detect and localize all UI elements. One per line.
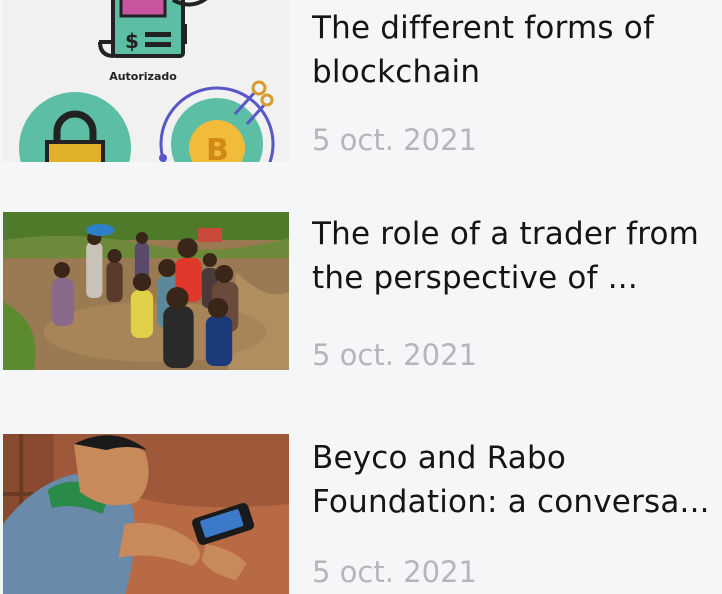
- article-card-beyco-rabo[interactable]: Beyco and Rabo Foundation: a conversa...…: [0, 434, 722, 594]
- article-title-line2: the perspective of ...: [312, 260, 638, 296]
- article-thumbnail[interactable]: [3, 434, 289, 594]
- article-title-line2: blockchain: [312, 54, 481, 90]
- article-date: 5 oct. 2021: [312, 338, 477, 372]
- blockchain-illustration: $ Autorizado B: [3, 0, 289, 162]
- article-title-line2: Foundation: a conversa...: [312, 484, 707, 520]
- article-title-line1: Beyco and Rabo: [312, 440, 567, 476]
- receipt-icon: $: [98, 0, 187, 58]
- article-card-trader[interactable]: The role of a trader from the perspectiv…: [0, 212, 722, 372]
- article-title-line1: The different forms of: [312, 10, 655, 46]
- article-card-blockchain[interactable]: $ Autorizado B The different forms of bl…: [0, 0, 722, 162]
- article-date: 5 oct. 2021: [312, 123, 477, 157]
- article-feed: $ Autorizado B The different forms of bl…: [0, 0, 722, 594]
- article-title[interactable]: The role of a trader from the perspectiv…: [312, 212, 707, 300]
- man-phone-photo: [3, 434, 289, 594]
- article-thumbnail[interactable]: $ Autorizado B: [3, 0, 289, 162]
- svg-text:B: B: [206, 133, 229, 162]
- article-date: 5 oct. 2021: [312, 555, 477, 589]
- children-photo: [3, 212, 289, 370]
- article-title-line1: The role of a trader from: [312, 216, 700, 252]
- svg-text:$: $: [125, 29, 139, 53]
- article-title[interactable]: Beyco and Rabo Foundation: a conversa...: [312, 436, 707, 524]
- article-thumbnail[interactable]: [3, 212, 289, 370]
- article-title[interactable]: The different forms of blockchain: [312, 6, 707, 94]
- thumb-caption: Autorizado: [109, 70, 177, 83]
